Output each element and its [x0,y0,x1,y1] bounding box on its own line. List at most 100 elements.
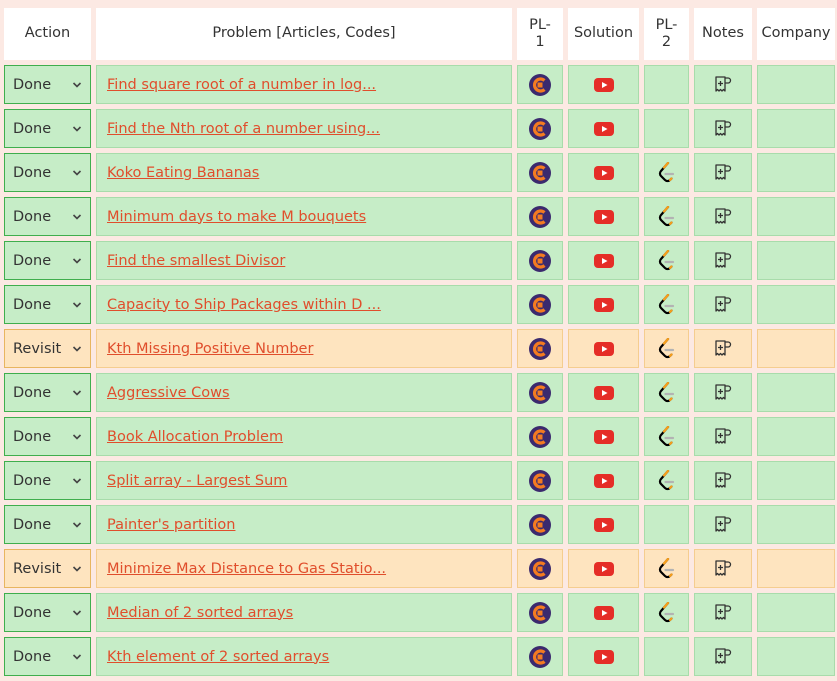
leetcode-logo-icon[interactable] [658,469,676,492]
leetcode-logo-icon[interactable] [658,249,676,272]
youtube-play-icon[interactable] [593,517,614,532]
action-select[interactable]: Done [4,417,91,456]
codestudio-logo-icon[interactable] [528,557,552,581]
action-select[interactable]: Done [4,461,91,500]
codestudio-logo-icon[interactable] [528,161,552,185]
problem-link[interactable]: Minimum days to make M bouquets [107,209,366,225]
add-note-icon[interactable] [713,251,733,271]
codestudio-logo-icon[interactable] [528,293,552,317]
problem-link[interactable]: Painter's partition [107,517,235,533]
youtube-play-icon[interactable] [593,605,614,620]
leetcode-logo-icon[interactable] [658,161,676,184]
action-select[interactable]: Done [4,241,91,280]
pl2-cell [644,593,689,632]
company-cell [757,241,835,280]
solution-cell [568,417,639,456]
action-select-value: Done [13,296,52,313]
notes-cell [694,197,752,236]
youtube-play-icon[interactable] [593,649,614,664]
leetcode-logo-icon[interactable] [658,425,676,448]
problem-link[interactable]: Minimize Max Distance to Gas Statio... [107,561,386,577]
add-note-icon[interactable] [713,383,733,403]
action-select[interactable]: Done [4,109,91,148]
pl2-cell [644,505,689,544]
codestudio-logo-icon[interactable] [528,601,552,625]
codestudio-logo-icon[interactable] [528,249,552,273]
problem-cell: Find square root of a number in log... [96,65,512,104]
action-select[interactable]: Done [4,197,91,236]
add-note-icon[interactable] [713,427,733,447]
codestudio-logo-icon[interactable] [528,513,552,537]
youtube-play-icon[interactable] [593,253,614,268]
problem-link[interactable]: Capacity to Ship Packages within D ... [107,297,381,313]
add-note-icon[interactable] [713,163,733,183]
action-select[interactable]: Revisit [4,329,91,368]
problem-link[interactable]: Koko Eating Bananas [107,165,259,181]
youtube-play-icon[interactable] [593,429,614,444]
action-select[interactable]: Revisit [4,549,91,588]
codestudio-logo-icon[interactable] [528,117,552,141]
add-note-icon[interactable] [713,207,733,227]
action-select[interactable]: Done [4,285,91,324]
leetcode-logo-icon[interactable] [658,337,676,360]
leetcode-logo-icon[interactable] [658,601,676,624]
problem-link[interactable]: Median of 2 sorted arrays [107,605,293,621]
header-pl2-line2: 2 [661,34,672,50]
problem-link[interactable]: Find the smallest Divisor [107,253,285,269]
codestudio-logo-icon[interactable] [528,469,552,493]
action-select[interactable]: Done [4,153,91,192]
leetcode-logo-icon[interactable] [658,557,676,580]
action-select[interactable]: Done [4,637,91,676]
problem-link[interactable]: Aggressive Cows [107,385,230,401]
youtube-play-icon[interactable] [593,297,614,312]
youtube-play-icon[interactable] [593,473,614,488]
solution-cell [568,153,639,192]
add-note-icon[interactable] [713,339,733,359]
codestudio-logo-icon[interactable] [528,425,552,449]
codestudio-logo-icon[interactable] [528,73,552,97]
action-select[interactable]: Done [4,505,91,544]
company-cell [757,417,835,456]
youtube-play-icon[interactable] [593,77,614,92]
youtube-play-icon[interactable] [593,341,614,356]
codestudio-logo-icon[interactable] [528,381,552,405]
problem-link[interactable]: Kth Missing Positive Number [107,341,313,357]
problem-link[interactable]: Find square root of a number in log... [107,77,376,93]
add-note-icon[interactable] [713,75,733,95]
codestudio-logo-icon[interactable] [528,645,552,669]
leetcode-logo-icon[interactable] [658,293,676,316]
pl2-cell [644,549,689,588]
header-pl1-line2: 1 [535,34,545,50]
company-cell [757,549,835,588]
action-select[interactable]: Done [4,373,91,412]
youtube-play-icon[interactable] [593,561,614,576]
youtube-play-icon[interactable] [593,385,614,400]
add-note-icon[interactable] [713,559,733,579]
action-select[interactable]: Done [4,65,91,104]
problem-link[interactable]: Book Allocation Problem [107,429,283,445]
header-solution: Solution [568,8,639,60]
youtube-play-icon[interactable] [593,165,614,180]
add-note-icon[interactable] [713,295,733,315]
add-note-icon[interactable] [713,471,733,491]
youtube-play-icon[interactable] [593,209,614,224]
add-note-icon[interactable] [713,119,733,139]
header-notes: Notes [694,8,752,60]
problem-cell: Painter's partition [96,505,512,544]
notes-cell [694,637,752,676]
problem-link[interactable]: Split array - Largest Sum [107,473,287,489]
add-note-icon[interactable] [713,515,733,535]
leetcode-logo-icon[interactable] [658,205,676,228]
add-note-icon[interactable] [713,603,733,623]
action-select[interactable]: Done [4,593,91,632]
add-note-icon[interactable] [713,647,733,667]
codestudio-logo-icon[interactable] [528,337,552,361]
pl1-cell [517,329,563,368]
youtube-play-icon[interactable] [593,121,614,136]
problem-cell: Capacity to Ship Packages within D ... [96,285,512,324]
codestudio-logo-icon[interactable] [528,205,552,229]
problem-link[interactable]: Kth element of 2 sorted arrays [107,649,329,665]
leetcode-logo-icon[interactable] [658,381,676,404]
problem-link[interactable]: Find the Nth root of a number using... [107,121,380,137]
problem-cell: Minimum days to make M bouquets [96,197,512,236]
